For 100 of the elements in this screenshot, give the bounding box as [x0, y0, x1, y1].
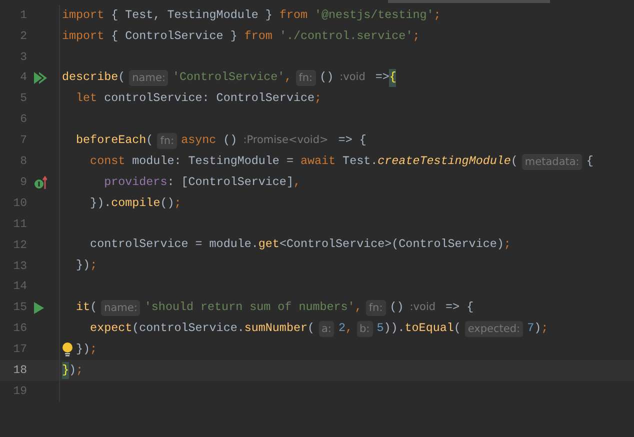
code-text: ) [69, 362, 76, 379]
code-function: createTestingModule [378, 152, 511, 170]
code-text: ) [534, 320, 542, 338]
code-text: module: TestingModule = [131, 152, 294, 170]
code-number: 5 [376, 320, 384, 338]
run-icon[interactable] [34, 302, 44, 314]
code-text: ( [454, 320, 461, 338]
code-string: '@nestjs/testing' [314, 6, 434, 24]
code-keyword: ; [90, 257, 98, 274]
code-keyword: import [62, 28, 104, 45]
code-keyword: ; [174, 194, 182, 212]
code-text: ( [146, 132, 154, 150]
code-text: => { [444, 299, 474, 316]
code-text: => [374, 69, 390, 86]
code-function: describe [62, 69, 118, 86]
code-text: (controlService. [132, 320, 244, 338]
code-keyword: async [181, 132, 216, 150]
line-number: 10 [12, 196, 27, 212]
type-hint: :void [338, 70, 366, 86]
code-text: }). [89, 194, 112, 212]
line-number: 5 [19, 91, 27, 108]
code-string: 'ControlService' [172, 69, 285, 86]
code-keyword: ; [314, 90, 322, 108]
parameter-hint: fn: [366, 300, 386, 316]
parameter-hint: name: [101, 300, 140, 316]
code-keyword: , [284, 69, 292, 86]
code-text: { Test, TestingModule } [110, 6, 274, 24]
parameter-hint: expected: [464, 320, 524, 337]
type-hint: :void [408, 300, 437, 316]
code-function: toEqual [404, 320, 454, 338]
line-number: 9 [19, 174, 27, 191]
code-string: './control.service' [278, 28, 413, 45]
code-function: it [75, 299, 90, 316]
code-text: controlService: ControlService [103, 90, 315, 108]
code-text: => { [337, 132, 366, 150]
code-text: ( [510, 152, 518, 170]
code-function: compile [111, 194, 160, 212]
code-text: () [320, 69, 334, 86]
line-number: 8 [19, 154, 27, 170]
line-number: 14 [12, 279, 27, 296]
line-number: 15 [12, 300, 27, 316]
code-function: expect [89, 320, 132, 338]
code-text: { [586, 152, 594, 170]
code-keyword: await [300, 152, 336, 170]
scrollbar[interactable] [388, 0, 550, 3]
code-keyword: const [89, 152, 126, 170]
code-function: beforeEach [75, 132, 146, 150]
code-keyword: from [279, 6, 308, 24]
line-number: 1 [19, 8, 27, 24]
code-keyword: let [75, 90, 98, 108]
line-number: 6 [19, 112, 27, 128]
code-text: () [222, 132, 238, 150]
line-number: 17 [12, 342, 27, 358]
code-text: }) [76, 340, 90, 358]
code-keyword: ; [434, 6, 441, 24]
line-number: 3 [19, 50, 27, 66]
code-keyword: ; [76, 362, 84, 379]
parameter-hint: fn: [157, 132, 178, 149]
code-brace: { [389, 69, 396, 87]
line-number: 7 [19, 133, 27, 150]
line-number: 12 [12, 238, 27, 254]
code-function: sumNumber [244, 320, 308, 338]
line-number: 4 [19, 70, 27, 86]
code-keyword: ; [412, 28, 420, 45]
run-all-icon[interactable] [34, 72, 48, 84]
parameter-hint: fn: [296, 70, 316, 86]
line-number: 13 [12, 258, 27, 274]
code-text: ( [118, 69, 126, 86]
line-number: 19 [12, 384, 27, 400]
code-keyword: , [354, 299, 362, 316]
code-text: controlService = module. [89, 236, 258, 254]
type-hint: :Promise<void> [242, 132, 330, 148]
code-text: () [390, 299, 404, 316]
code-keyword: , [346, 320, 353, 338]
code-keyword: ; [90, 340, 98, 358]
code-text: : [ControlService] [167, 174, 294, 191]
code-text: )). [384, 320, 405, 338]
parameter-hint: b: [356, 320, 373, 337]
code-text: }) [75, 257, 90, 274]
code-text: ( [307, 320, 314, 338]
code-text: ( [90, 299, 98, 316]
implementation-icon[interactable] [34, 176, 47, 190]
code-text: Test. [342, 152, 378, 170]
code-text: <ControlService>(ControlService) [279, 236, 504, 254]
parameter-hint: metadata: [522, 154, 582, 170]
parameter-hint: name: [129, 70, 168, 86]
code-keyword: from [244, 28, 272, 45]
code-number: 7 [527, 320, 534, 338]
line-number: 2 [19, 28, 27, 45]
code-keyword: ; [541, 320, 548, 338]
line-number: 18 [12, 362, 27, 379]
code-brace: } [62, 362, 70, 380]
code-number: 2 [338, 320, 346, 338]
lightbulb-icon[interactable] [62, 342, 73, 358]
code-text: { ControlService } [110, 28, 238, 45]
code-keyword: , [293, 174, 300, 191]
code-function: get [258, 236, 280, 254]
code-property: providers [103, 174, 168, 191]
code-string: 'should return sum of numbers' [144, 299, 355, 316]
parameter-hint: a: [318, 320, 334, 337]
